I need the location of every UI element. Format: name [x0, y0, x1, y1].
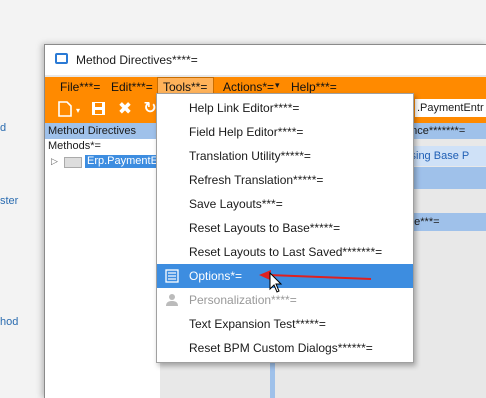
menu-help[interactable]: Help***=: [291, 80, 337, 94]
actions-chevron-down-icon: ▾: [275, 80, 280, 90]
new-icon[interactable]: [57, 101, 73, 117]
tools-dropdown-menu: Help Link Editor****= Field Help Editor*…: [156, 93, 414, 363]
menu-item-reset-bpm-dialogs[interactable]: Reset BPM Custom Dialogs******=: [157, 336, 413, 360]
method-icon: [64, 157, 82, 168]
save-icon[interactable]: [90, 101, 106, 117]
menu-item-reset-layouts-last-saved[interactable]: Reset Layouts to Last Saved*******=: [157, 240, 413, 264]
mouse-cursor-icon: [269, 272, 283, 293]
new-dropdown-chevron-icon[interactable]: ▾: [76, 106, 80, 115]
method-tree: Methods*= ▷ Erp.PaymentEntry: [45, 139, 160, 398]
menu-item-translation-utility[interactable]: Translation Utility*****=: [157, 144, 413, 168]
right-field[interactable]: .PaymentEntr: [415, 99, 486, 117]
menu-item-personalization: Personalization****=: [157, 288, 413, 312]
background-text-3: hod: [0, 316, 19, 328]
window-title: Method Directives****=: [76, 53, 198, 67]
menu-item-save-layouts[interactable]: Save Layouts***=: [157, 192, 413, 216]
options-icon: [165, 269, 179, 283]
delete-icon[interactable]: ✖: [117, 100, 133, 117]
menu-item-text-expansion-test[interactable]: Text Expansion Test*****=: [157, 312, 413, 336]
right-pane-header: ance*******=: [405, 123, 486, 139]
menu-item-refresh-translation[interactable]: Refresh Translation*****=: [157, 168, 413, 192]
menu-file[interactable]: File***=: [60, 80, 100, 94]
personalization-icon: [166, 294, 178, 306]
title-bar: Method Directives****=: [45, 45, 486, 75]
right-pane-strip: [405, 167, 486, 189]
expand-chevron-icon[interactable]: ▷: [51, 156, 58, 167]
tree-item-selected[interactable]: Erp.PaymentEntry: [85, 155, 160, 168]
right-pane-row: me***=: [405, 213, 486, 231]
menu-edit[interactable]: Edit***=: [111, 80, 153, 94]
right-pane-tabs[interactable]: ssing Base P: [405, 146, 486, 166]
menu-item-help-link-editor[interactable]: Help Link Editor****=: [157, 96, 413, 120]
tree-root[interactable]: Methods*=: [48, 140, 101, 152]
menu-item-field-help-editor[interactable]: Field Help Editor****=: [157, 120, 413, 144]
app-icon: [55, 53, 68, 64]
left-pane-header: Method Directives: [45, 123, 160, 139]
menu-tools[interactable]: Tools**=: [163, 80, 207, 94]
menu-item-reset-layouts-base[interactable]: Reset Layouts to Base*****=: [157, 216, 413, 240]
background-text-1: d: [0, 122, 7, 134]
background-text-2: ster: [0, 195, 19, 207]
menu-actions[interactable]: Actions*=: [223, 80, 274, 94]
